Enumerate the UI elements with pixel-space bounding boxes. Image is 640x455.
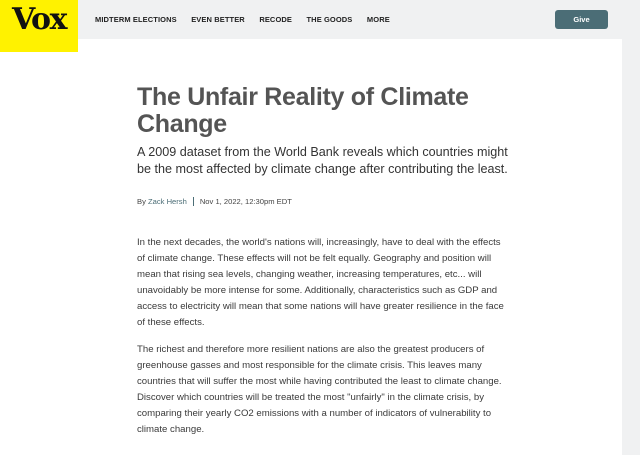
nav-item-even-better[interactable]: EVEN BETTER bbox=[191, 15, 245, 24]
nav-item-recode[interactable]: RECODE bbox=[259, 15, 292, 24]
byline-divider bbox=[192, 197, 194, 206]
give-button[interactable]: Give bbox=[555, 10, 608, 29]
main-nav: MIDTERM ELECTIONS EVEN BETTER RECODE THE… bbox=[95, 0, 404, 39]
site-header: Vox MIDTERM ELECTIONS EVEN BETTER RECODE… bbox=[0, 0, 640, 52]
byline-prefix: By bbox=[137, 197, 146, 206]
page-side-margin bbox=[622, 39, 640, 455]
publish-date: Nov 1, 2022, 12:30pm EDT bbox=[199, 197, 292, 206]
article-paragraph: In the next decades, the world's nations… bbox=[137, 237, 504, 328]
nav-item-more[interactable]: MORE bbox=[367, 15, 390, 24]
article-paragraph: The richest and therefore more resilient… bbox=[137, 344, 502, 435]
logo-text: Vox bbox=[12, 2, 67, 37]
byline: By Zack Hersh Nov 1, 2022, 12:30pm EDT bbox=[137, 197, 292, 206]
nav-item-the-goods[interactable]: THE GOODS bbox=[307, 15, 353, 24]
article-subtitle: A 2009 dataset from the World Bank revea… bbox=[137, 145, 508, 176]
article-title: The Unfair Reality of Climate Change bbox=[137, 83, 469, 138]
author-link[interactable]: Zack Hersh bbox=[148, 197, 187, 206]
nav-item-midterm-elections[interactable]: MIDTERM ELECTIONS bbox=[95, 15, 177, 24]
vox-logo[interactable]: Vox bbox=[0, 0, 78, 52]
